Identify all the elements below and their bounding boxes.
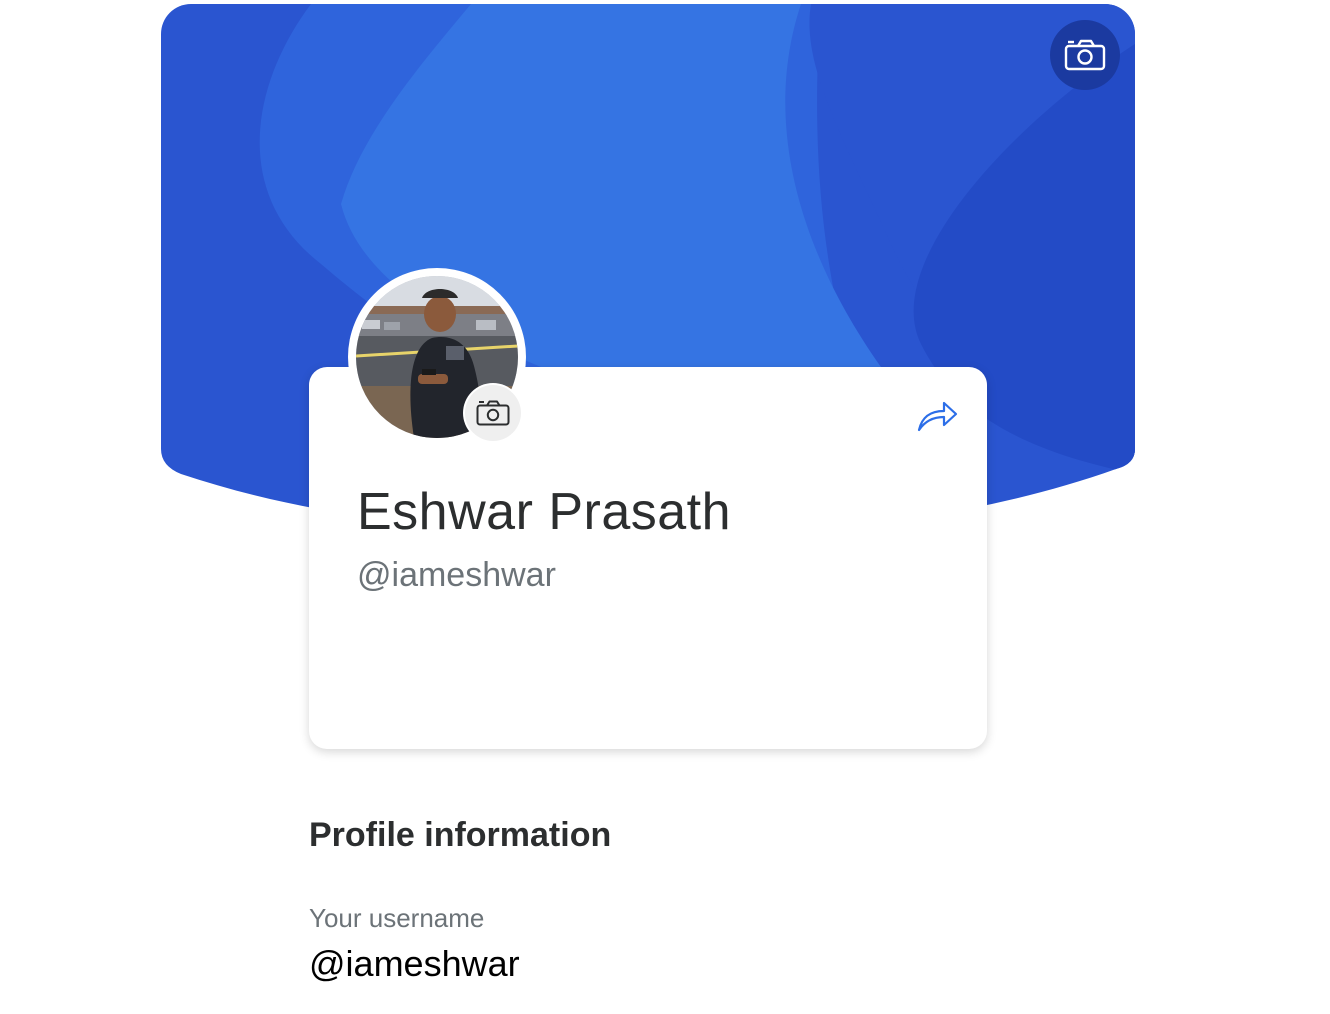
profile-display-name: Eshwar Prasath xyxy=(357,483,732,541)
username-value: @iameshwar xyxy=(309,943,520,984)
change-cover-photo-button[interactable] xyxy=(1050,20,1120,90)
change-profile-photo-button[interactable] xyxy=(463,383,523,443)
profile-page: Eshwar Prasath @iameshwar Profile inform… xyxy=(0,0,1330,1014)
share-arrow-icon xyxy=(917,401,958,432)
username-label: Your username xyxy=(309,903,485,933)
profile-handle: @iameshwar xyxy=(357,556,556,594)
share-profile-button[interactable] xyxy=(912,395,962,437)
camera-icon xyxy=(476,400,510,426)
camera-icon xyxy=(1064,39,1106,71)
avatar-camera-circle xyxy=(465,385,521,441)
profile-information-title: Profile information xyxy=(309,816,612,854)
